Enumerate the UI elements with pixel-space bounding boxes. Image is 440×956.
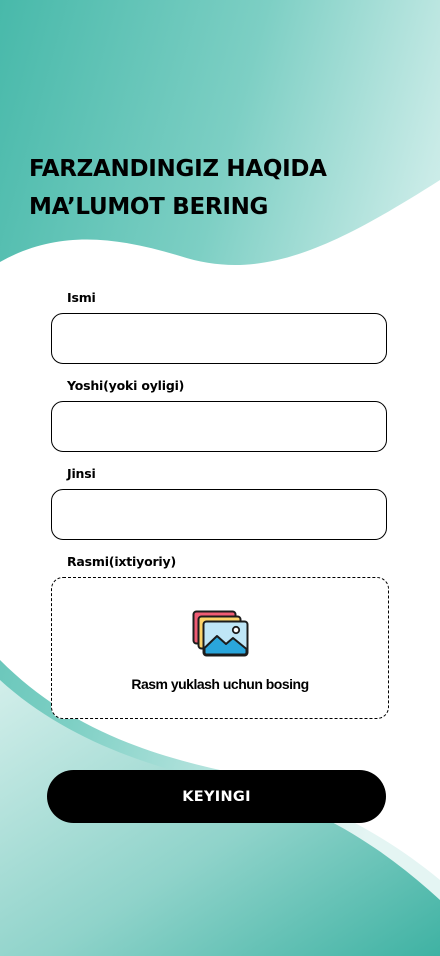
- name-field[interactable]: [51, 313, 387, 364]
- age-input[interactable]: [52, 402, 386, 451]
- name-label: Ismi: [67, 290, 96, 305]
- gender-field[interactable]: [51, 489, 387, 540]
- page-title: FARZANDINGIZ HAQIDA MA’LUMOT BERING: [29, 150, 419, 226]
- gender-input[interactable]: [52, 490, 386, 539]
- age-label: Yoshi(yoki oyligi): [67, 378, 185, 393]
- page-title-line-2: MA’LUMOT BERING: [29, 194, 269, 220]
- upload-hint: Rasm yuklash uchun bosing: [131, 676, 309, 692]
- next-button[interactable]: KEYINGI: [47, 770, 386, 823]
- image-gallery-icon: [192, 610, 249, 657]
- name-input[interactable]: [52, 314, 386, 363]
- page-title-line-1: FARZANDINGIZ HAQIDA: [29, 156, 327, 182]
- gender-label: Jinsi: [67, 466, 96, 481]
- photo-upload-area[interactable]: Rasm yuklash uchun bosing: [51, 577, 389, 719]
- age-field[interactable]: [51, 401, 387, 452]
- photo-label: Rasmi(ixtiyoriy): [67, 554, 176, 569]
